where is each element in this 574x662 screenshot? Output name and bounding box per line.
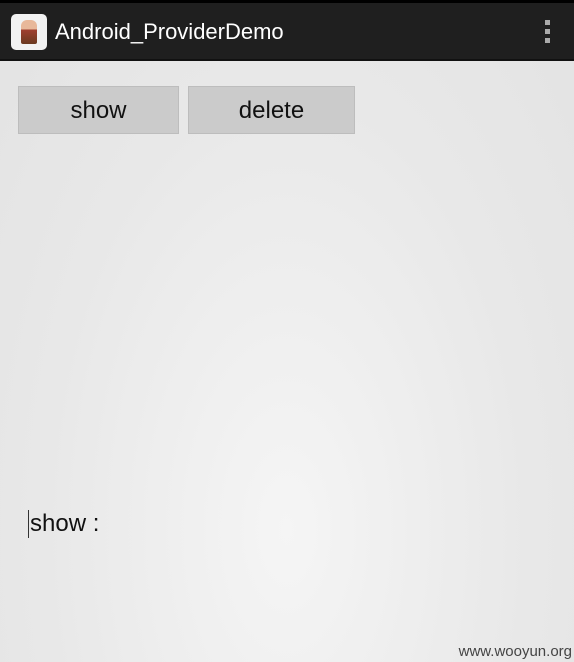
- app-title: Android_ProviderDemo: [55, 19, 284, 44]
- app-icon: [11, 14, 47, 50]
- watermark: www.wooyun.org: [458, 643, 572, 660]
- delete-button[interactable]: delete: [188, 86, 355, 134]
- show-button[interactable]: show: [18, 86, 179, 134]
- overflow-menu-icon[interactable]: [545, 20, 551, 47]
- output-text[interactable]: show :: [28, 510, 99, 538]
- action-bar: Android_ProviderDemo: [0, 0, 574, 61]
